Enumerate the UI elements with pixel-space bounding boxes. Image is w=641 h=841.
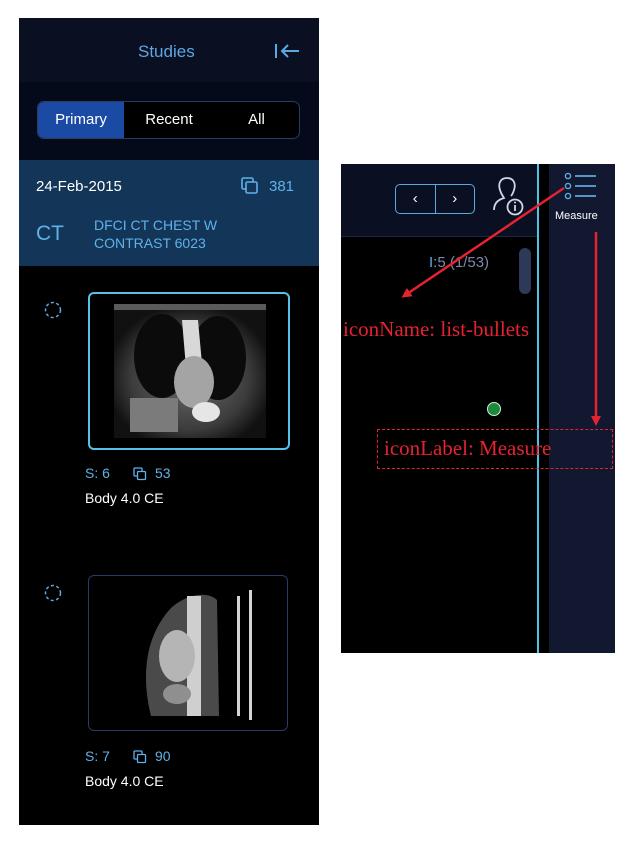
study-filter-tabs: Primary Recent All [37,101,300,139]
instances-icon [133,750,147,764]
series-info-2: S: 7 [85,748,110,764]
series-number: 6 [102,465,110,481]
tab-primary[interactable]: Primary [38,102,124,138]
series-thumbnail-coronal[interactable] [88,292,290,450]
series-description: Body 4.0 CE [85,490,164,506]
series-thumbnail-sagittal[interactable] [88,575,288,731]
patient-info-icon[interactable] [491,174,527,218]
annotation-icon-label: iconLabel: Measure [384,436,552,460]
coronal-ct-image [114,304,266,438]
tab-all[interactable]: All [214,102,299,138]
collapse-panel-icon[interactable] [273,40,301,62]
series-label: S: [85,748,99,764]
image-index-text: I:5 (1/53) [429,254,489,271]
image-index-value: 5 (1/53) [437,254,490,271]
next-image-button[interactable]: › [434,185,475,213]
study-modality: CT [36,222,64,245]
study-item[interactable]: 24-Feb-2015 381 CT DFCI CT CHEST W CONTR… [19,160,319,266]
series-label: S: [85,465,99,481]
series-description: Body 4.0 CE [85,773,164,789]
series-info-1: S: 6 [85,465,110,481]
measure-label[interactable]: Measure [555,210,598,222]
list-bullets-icon[interactable] [564,172,598,200]
viewport-scrollbar[interactable] [519,248,531,294]
studies-title: Studies [138,42,195,61]
study-description: DFCI CT CHEST W CONTRAST 6023 [94,217,218,251]
right-toolbar: Measure [549,164,615,653]
viewport-header: ‹ › [341,164,539,237]
studies-header: Studies [19,18,319,83]
annotation-icon-name: iconName: list-bullets [343,317,530,341]
instances-icon [133,467,147,481]
study-instance-count: 381 [269,178,295,195]
study-date: 24-Feb-2015 [36,178,122,195]
series-number: 7 [102,748,110,764]
series-instance-count: 90 [155,748,171,764]
series-instance-count: 53 [155,465,171,481]
loading-indicator-icon [44,584,62,602]
sagittal-ct-image [145,590,252,720]
instances-icon [241,177,258,194]
tab-recent[interactable]: Recent [124,102,214,138]
studies-panel: Studies Primary Recent All 24-Feb-2015 3… [19,18,319,825]
previous-image-button[interactable]: ‹ [396,185,435,213]
viewport-marker [487,402,501,416]
image-navigation: ‹ › [395,184,475,214]
active-viewport-border [537,164,539,653]
viewer-panel: ‹ › I:5 (1/53) Measure [341,164,615,653]
loading-indicator-icon [44,301,62,319]
